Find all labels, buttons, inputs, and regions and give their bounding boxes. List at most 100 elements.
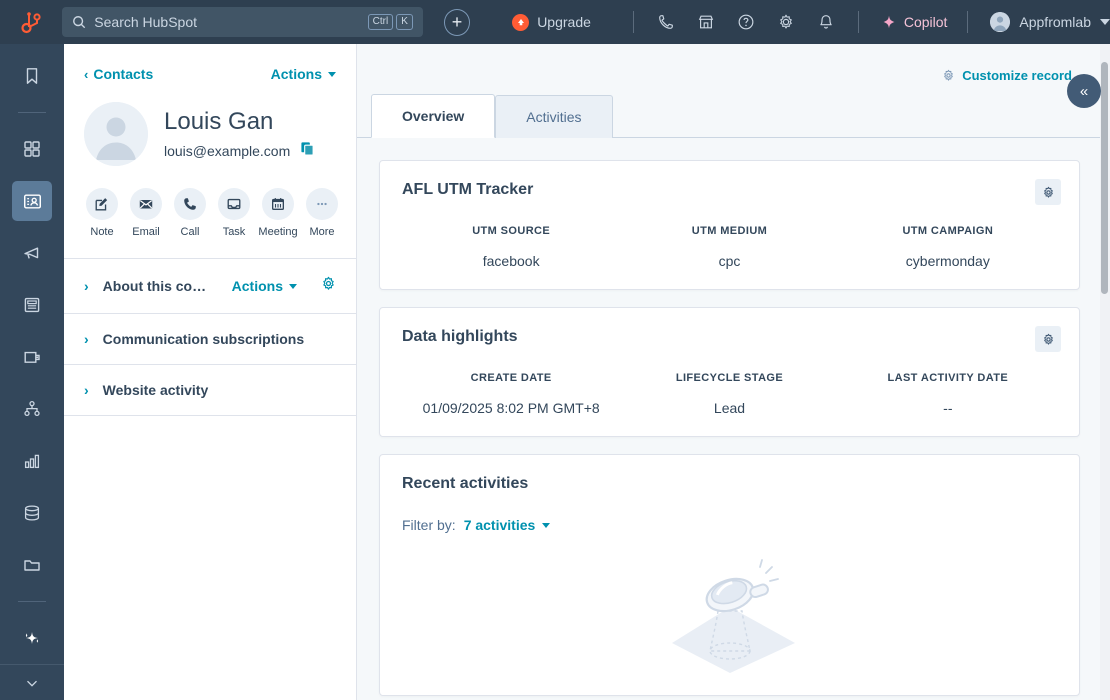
section-title: Website activity (102, 382, 209, 398)
sidebar-item-commerce[interactable] (12, 337, 52, 377)
property-last-activity-date: LAST ACTIVITY DATE -- (839, 372, 1057, 416)
activities-filter-row: Filter by: 7 activities (402, 517, 1057, 533)
section-title: Communication subscriptions (102, 331, 305, 347)
hubspot-sprocket-logo[interactable] (0, 0, 62, 44)
envelope-icon (130, 188, 162, 220)
quick-action-call[interactable]: Call (170, 188, 210, 238)
help-circle-icon[interactable] (736, 12, 756, 32)
record-actions-label: Actions (270, 66, 322, 82)
phone-icon (174, 188, 206, 220)
rail-expand-toggle[interactable] (0, 664, 64, 700)
card-afl-utm-tracker: AFL UTM Tracker UTM SOURCE facebook UTM … (379, 160, 1080, 290)
section-communication-subscriptions[interactable]: › Communication subscriptions (64, 313, 356, 364)
upgrade-label: Upgrade (537, 14, 591, 30)
sidebar-item-marketing[interactable] (12, 233, 52, 273)
marketplace-icon[interactable] (696, 12, 716, 32)
card-title: AFL UTM Tracker (402, 181, 534, 198)
property-value: cpc (718, 253, 741, 269)
upgrade-button[interactable]: Upgrade (512, 13, 591, 31)
copy-icon[interactable] (300, 141, 315, 161)
property-label: UTM MEDIUM (691, 225, 768, 237)
calendar-icon (262, 188, 294, 220)
customize-record-link[interactable]: Customize record (357, 44, 1102, 83)
create-new-button[interactable]: + (443, 8, 471, 36)
activities-filter-dropdown[interactable]: 7 activities (464, 517, 551, 533)
shortcut-modifier-key: Ctrl (367, 14, 394, 30)
section-website-activity[interactable]: › Website activity (64, 364, 356, 415)
contact-panel-header: ‹ Contacts Actions (64, 44, 356, 82)
sidebar-item-reporting[interactable] (12, 441, 52, 481)
sidebar-item-automation[interactable] (12, 389, 52, 429)
quick-action-label: Task (222, 226, 246, 238)
plus-icon: + (451, 12, 463, 32)
quick-action-meeting[interactable]: Meeting (258, 188, 298, 238)
quick-action-label: Email (132, 226, 160, 238)
top-navigation-bar: Search HubSpot Ctrl K + Upgrade Copilot … (0, 0, 1110, 44)
contact-identity-text: Louis Gan louis@example.com (164, 107, 315, 161)
activities-filter-value: 7 activities (463, 517, 536, 533)
chevron-right-icon: › (84, 278, 89, 294)
card-title: Data highlights (402, 328, 518, 345)
nav-divider-2 (857, 11, 859, 33)
breadcrumb-label: Contacts (93, 66, 154, 82)
breadcrumb-contacts-link[interactable]: ‹ Contacts (84, 66, 153, 82)
tab-overview[interactable]: Overview (371, 94, 496, 138)
double-chevron-left-icon: « (1079, 82, 1089, 100)
sparkle-icon (883, 15, 895, 29)
card-recent-activities: Recent activities Filter by: 7 activitie… (379, 454, 1080, 696)
section-about-this-contact[interactable]: › About this co… Actions (64, 258, 356, 313)
sidebar-item-library[interactable] (12, 545, 52, 585)
quick-action-more[interactable]: More (302, 188, 342, 238)
sidebar-item-ai-assistant[interactable] (12, 618, 52, 658)
user-avatar-icon (990, 12, 1011, 32)
chevron-down-icon (289, 283, 297, 289)
gear-icon[interactable] (321, 276, 336, 296)
ai-sparkle-icon (25, 632, 39, 644)
nav-divider-3 (967, 11, 969, 33)
search-placeholder-text: Search HubSpot (94, 14, 198, 30)
workflow-nodes-icon (24, 400, 40, 417)
sidebar-item-workspaces[interactable] (12, 129, 52, 169)
folder-icon (24, 560, 40, 571)
account-name-label: Appfromlab (1019, 14, 1091, 30)
contact-email: louis@example.com (164, 143, 291, 159)
bookmark-icon (26, 68, 38, 84)
chevron-right-icon: › (84, 331, 89, 347)
section-actions-label: Actions (231, 278, 283, 294)
rail-divider-top (18, 112, 46, 113)
card-settings-button[interactable] (1035, 326, 1061, 352)
property-value: Lead (713, 400, 746, 416)
property-row: CREATE DATE 01/09/2025 8:02 PM GMT+8 LIF… (402, 372, 1057, 416)
sidebar-item-data-management[interactable] (12, 493, 52, 533)
sidebar-item-bookmarks[interactable] (12, 56, 52, 96)
sidebar-item-crm-contacts[interactable] (12, 181, 52, 221)
card-stack: AFL UTM Tracker UTM SOURCE facebook UTM … (357, 138, 1102, 696)
property-row: UTM SOURCE facebook UTM MEDIUM cpc UTM C… (402, 225, 1057, 269)
phone-icon[interactable] (656, 12, 676, 32)
card-settings-button[interactable] (1035, 179, 1061, 205)
tab-activities[interactable]: Activities (495, 95, 613, 138)
account-menu[interactable]: Appfromlab (990, 12, 1110, 32)
notifications-bell-icon[interactable] (816, 12, 836, 32)
property-utm-medium: UTM MEDIUM cpc (620, 225, 838, 269)
quick-action-email[interactable]: Email (126, 188, 166, 238)
customize-record-label: Customize record (962, 68, 1072, 83)
top-nav-icon-group (656, 12, 836, 32)
quick-action-task[interactable]: Task (214, 188, 254, 238)
copilot-button[interactable]: Copilot (881, 14, 948, 30)
sidebar-item-content[interactable] (12, 285, 52, 325)
quick-action-label: Call (180, 226, 200, 238)
wallet-icon (24, 351, 40, 363)
main-scrollbar-track[interactable] (1100, 44, 1110, 700)
empty-state-illustration (402, 555, 1057, 675)
main-scrollbar-thumb[interactable] (1101, 62, 1108, 294)
settings-gear-icon[interactable] (776, 12, 796, 32)
global-search-input[interactable]: Search HubSpot Ctrl K (62, 7, 423, 37)
copilot-label: Copilot (903, 14, 948, 30)
collapse-sidebar-button[interactable]: « (1067, 74, 1101, 108)
section-actions-dropdown[interactable]: Actions (232, 278, 297, 294)
quick-action-note[interactable]: Note (82, 188, 122, 238)
record-actions-dropdown[interactable]: Actions (271, 66, 336, 82)
property-label: CREATE DATE (470, 372, 552, 384)
bar-chart-icon (24, 454, 40, 469)
